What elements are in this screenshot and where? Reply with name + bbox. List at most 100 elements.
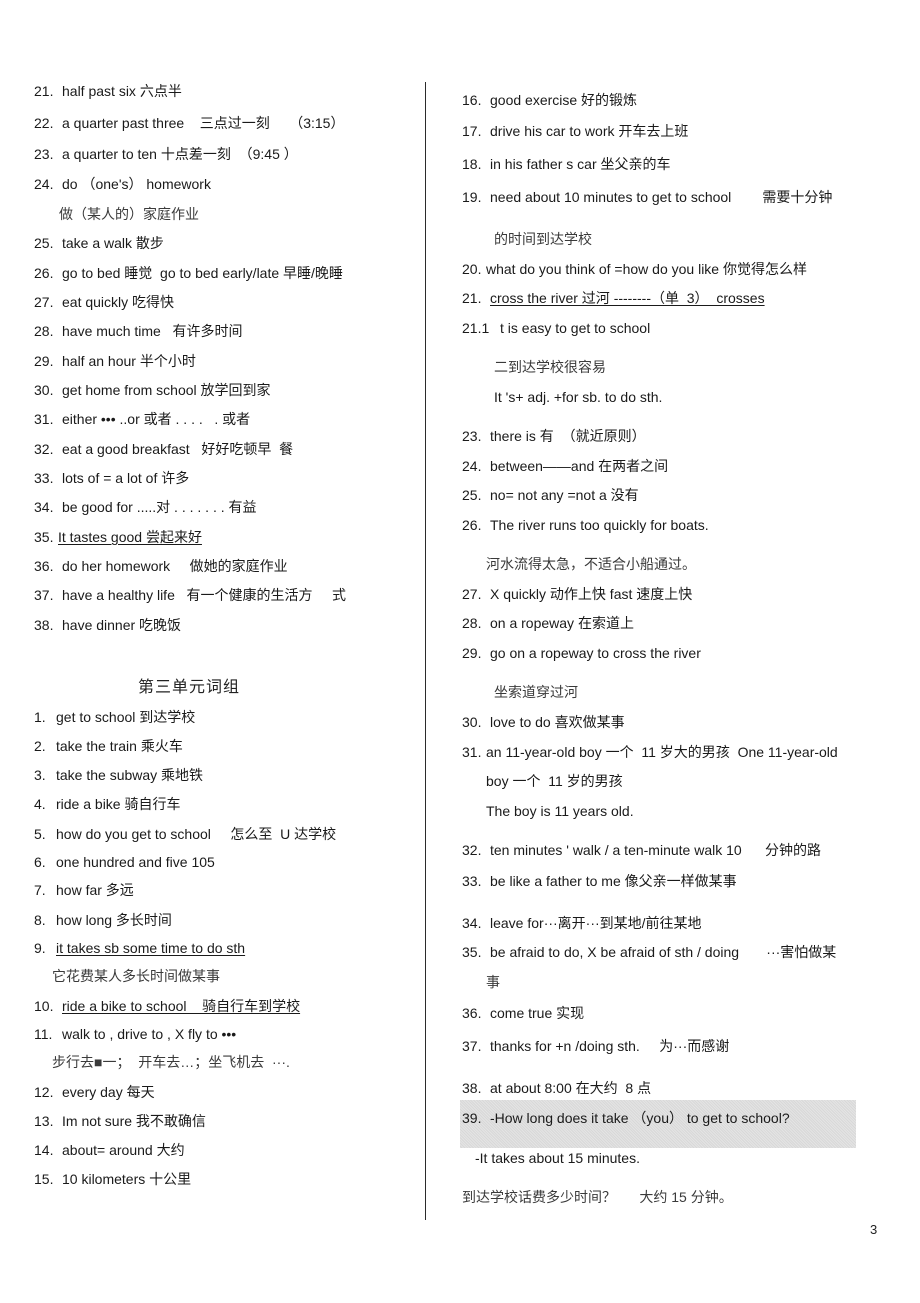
item-number: 33. (462, 873, 482, 889)
item-number: 28. (462, 615, 482, 631)
phrase-item: 35. be afraid to do, X be afraid of sth /… (462, 943, 836, 961)
phrase-translation: 步行去■一； 开车去…；坐飞机去 ···. (52, 1054, 290, 1070)
item-number: 31. (462, 744, 482, 760)
item-text: cross the river 过河 --------（单 3） crosses (490, 290, 765, 306)
phrase-item: 1. get to school 到达学校 (34, 708, 195, 726)
phrase-item: 34. leave for···离开···到某地/前往某地 (462, 914, 702, 932)
phrase-item: 32. ten minutes ' walk / a ten-minute wal… (462, 841, 821, 859)
phrase-continuation: boy 一个 11 岁的男孩 (486, 773, 623, 789)
item-number: 19. (462, 189, 482, 205)
phrase-item: 38. have dinner 吃晚饭 (34, 616, 181, 634)
item-text: good exercise 好的锻炼 (490, 92, 638, 108)
item-number: 24. (34, 176, 54, 192)
phrase-item: 6. one hundred and five 105 (34, 853, 215, 871)
phrase-item: 18. in his father s car 坐父亲的车 (462, 155, 671, 173)
page-number: 3 (870, 1222, 878, 1237)
phrase-item: 27. eat quickly 吃得快 (34, 293, 174, 311)
phrase-continuation: 事 (486, 974, 500, 990)
item-number: 5. (34, 826, 46, 842)
dialogue-translation: 到达学校话费多少时间？ 大约 15 分钟。 (462, 1189, 733, 1205)
item-text: an 11-year-old boy 一个 11 岁大的男孩 One 11-ye… (486, 744, 838, 760)
item-number: 26. (462, 517, 482, 533)
item-number: 8. (34, 912, 46, 928)
item-number: 34. (462, 915, 482, 931)
item-number: 25. (34, 235, 54, 251)
item-number: 18. (462, 156, 482, 172)
item-text: every day 每天 (62, 1084, 155, 1100)
item-number: 14. (34, 1142, 54, 1158)
phrase-item: 35. It tastes good 尝起来好 (34, 528, 202, 546)
item-text: a quarter past three 三点过一刻 （3:15） (62, 115, 345, 131)
item-text: have a healthy life 有一个健康的生活方 式 (62, 587, 346, 603)
item-number: 34. (34, 499, 54, 515)
item-text: have much time 有许多时间 (62, 323, 243, 339)
phrase-item: 8. how long 多长时间 (34, 911, 172, 929)
phrase-item: 37. thanks for +n /doing sth. 为···而感谢 (462, 1037, 729, 1055)
item-number: 25. (462, 487, 482, 503)
phrase-item: 19. need about 10 minutes to get to schoo… (462, 188, 832, 206)
item-number: 22. (34, 115, 54, 131)
item-number: 29. (34, 353, 54, 369)
item-text: how far 多远 (56, 882, 134, 898)
phrase-item: 31. an 11-year-old boy 一个 11 岁大的男孩 One 11… (462, 743, 838, 761)
item-number: 29. (462, 645, 482, 661)
phrase-pattern: It 's+ adj. +for sb. to do sth. (494, 389, 663, 405)
phrase-item: 28. on a ropeway 在索道上 (462, 614, 634, 632)
phrase-item: 37. have a healthy life 有一个健康的生活方 式 (34, 586, 346, 604)
item-number: 17. (462, 123, 482, 139)
item-number: 10. (34, 998, 54, 1014)
document-page: 21. half past six 六点半 22. a quarter past t… (0, 0, 920, 1303)
item-number: 30. (462, 714, 482, 730)
phrase-item: 39. -How long does it take （you） to get t… (462, 1109, 790, 1127)
item-number: 6. (34, 854, 46, 870)
phrase-item: 14. about= around 大约 (34, 1141, 185, 1159)
phrase-item: 24. between——and 在两者之间 (462, 457, 668, 475)
phrase-item: 27. X quickly 动作上快 fast 速度上快 (462, 585, 692, 603)
item-text: in his father s car 坐父亲的车 (490, 156, 671, 172)
item-text: it takes sb some time to do sth (56, 940, 246, 956)
phrase-item: 29. half an hour 半个小时 (34, 352, 196, 370)
item-text: get home from school 放学回到家 (62, 382, 271, 398)
item-number: 38. (34, 617, 54, 633)
item-text: 10 kilometers 十公里 (62, 1171, 192, 1187)
item-text: a quarter to ten 十点差一刻 （9:45 ） (62, 146, 298, 162)
item-text: eat quickly 吃得快 (62, 294, 175, 310)
item-number: 36. (34, 558, 54, 574)
item-text: It tastes good 尝起来好 (58, 529, 202, 545)
item-text: Im not sure 我不敢确信 (62, 1113, 206, 1129)
item-number: 32. (462, 842, 482, 858)
phrase-item: 12. every day 每天 (34, 1083, 155, 1101)
phrase-item: 3. take the subway 乘地铁 (34, 766, 203, 784)
item-number: 38. (462, 1080, 482, 1096)
item-text: be good for .....对 . . . . . . . 有益 (62, 499, 257, 515)
item-text: one hundred and five 105 (56, 854, 215, 870)
item-number: 24. (462, 458, 482, 474)
item-number: 23. (34, 146, 54, 162)
phrase-item: 2. take the train 乘火车 (34, 737, 183, 755)
item-text: do her homework 做她的家庭作业 (62, 558, 288, 574)
item-number: 27. (462, 586, 482, 602)
item-number: 21. (462, 290, 482, 306)
item-text: how long 多长时间 (56, 912, 172, 928)
phrase-item: 23. a quarter to ten 十点差一刻 （9:45 ） (34, 145, 298, 163)
item-number: 28. (34, 323, 54, 339)
phrase-item: 29. go on a ropeway to cross the river (462, 644, 701, 662)
item-number: 12. (34, 1084, 54, 1100)
item-text: ride a bike to school 骑自行车到学校 (62, 998, 301, 1014)
item-number: 11. (34, 1026, 53, 1042)
phrase-translation: 二到达学校很容易 (494, 359, 606, 375)
item-number: 15. (34, 1171, 54, 1187)
item-text: half past six 六点半 (62, 83, 182, 99)
phrase-item: 33. be like a father to me 像父亲一样做某事 (462, 872, 737, 890)
phrase-item: 25. no= not any =not a 没有 (462, 486, 639, 504)
phrase-item: 24. do （one's） homework (34, 175, 211, 193)
item-text: -How long does it take （you） to get to s… (490, 1110, 790, 1126)
item-number: 33. (34, 470, 54, 486)
phrase-item: 9. it takes sb some time to do sth (34, 939, 245, 957)
dialogue-answer: -It takes about 15 minutes. (475, 1150, 640, 1166)
phrase-item: 38. at about 8:00 在大约 8 点 (462, 1079, 651, 1097)
phrase-item: 33. lots of = a lot of 许多 (34, 469, 189, 487)
item-text: drive his car to work 开车去上班 (490, 123, 689, 139)
item-number: 1. (34, 709, 46, 725)
item-text: on a ropeway 在索道上 (490, 615, 634, 631)
